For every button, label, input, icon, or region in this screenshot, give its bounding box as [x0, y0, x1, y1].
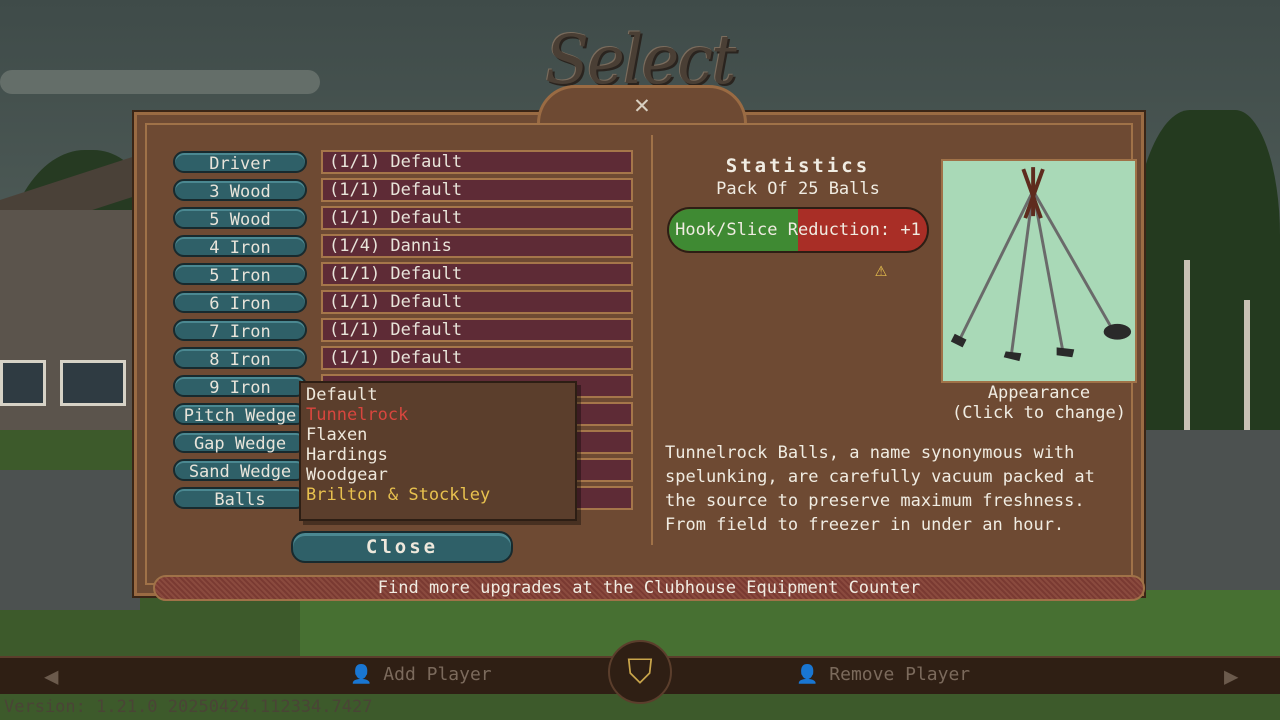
shield-emblem-icon: ⛉ [608, 640, 672, 704]
cloud [0, 70, 320, 94]
club-value-driver[interactable]: (1/1) Default [321, 150, 633, 174]
club-value-4-iron[interactable]: (1/4) Dannis [321, 234, 633, 258]
dropdown-option-flaxen[interactable]: Flaxen [306, 425, 575, 445]
club-button-4-iron[interactable]: 4 Iron [173, 235, 307, 258]
crossed-clubs-icon: ✕ [634, 90, 650, 120]
golf-clubs-illustration [950, 167, 1132, 362]
club-button-5-iron[interactable]: 5 Iron [173, 263, 307, 286]
road-left [0, 470, 140, 610]
club-button-5-wood[interactable]: 5 Wood [173, 207, 307, 230]
add-player-label: Add Player [383, 664, 492, 685]
version-text: Version: 1.21.0 20250424.112334.7427 [4, 697, 373, 717]
house-window [60, 360, 126, 406]
dropdown-option-default[interactable]: Default [306, 385, 575, 405]
club-button-sand-wedge[interactable]: Sand Wedge [173, 459, 307, 482]
add-player-button[interactable]: 👤 Add Player [350, 664, 492, 685]
club-value-8-iron[interactable]: (1/1) Default [321, 346, 633, 370]
panel-crest: ✕ [537, 85, 747, 123]
club-value-6-iron[interactable]: (1/1) Default [321, 290, 633, 314]
ball-brand-dropdown[interactable]: Default Tunnelrock Flaxen Hardings Woodg… [299, 381, 577, 521]
club-button-gap-wedge[interactable]: Gap Wedge [173, 431, 307, 454]
club-button-7-iron[interactable]: 7 Iron [173, 319, 307, 342]
stat-bar-label: Hook/Slice Reduction: +1 [675, 220, 921, 240]
club-button-balls[interactable]: Balls [173, 487, 307, 510]
appearance-preview[interactable] [941, 159, 1137, 383]
panel-divider [651, 135, 653, 545]
appearance-label-line1: Appearance [987, 383, 1091, 403]
close-button[interactable]: Close [291, 531, 513, 563]
appearance-label-line2: (Click to change) [952, 403, 1126, 423]
panel-inner: Driver (1/1) Default 3 Wood (1/1) Defaul… [145, 123, 1145, 601]
road-right [1140, 430, 1280, 590]
equipment-panel: ✕ Driver (1/1) Default 3 Wood (1/1) Defa… [134, 85, 1145, 601]
club-button-driver[interactable]: Driver [173, 151, 307, 174]
club-button-3-wood[interactable]: 3 Wood [173, 179, 307, 202]
statistics-title: Statistics [725, 155, 871, 177]
house-window [0, 360, 46, 406]
right-arrow-icon[interactable]: ▶ [1224, 662, 1238, 690]
club-button-8-iron[interactable]: 8 Iron [173, 347, 307, 370]
dropdown-option-tunnelrock[interactable]: Tunnelrock [306, 405, 575, 425]
appearance-label[interactable]: Appearance (Click to change) [931, 383, 1147, 423]
statistics-subtitle: Pack Of 25 Balls [716, 179, 880, 199]
club-value-3-wood[interactable]: (1/1) Default [321, 178, 633, 202]
club-button-pitch-wedge[interactable]: Pitch Wedge [173, 403, 307, 426]
dropdown-option-woodgear[interactable]: Woodgear [306, 465, 575, 485]
person-icon: 👤 [796, 664, 819, 685]
warning-icon: ⚠ [875, 257, 888, 281]
person-icon: 👤 [350, 664, 373, 685]
stat-bar: Hook/Slice Reduction: +1 [667, 207, 929, 253]
remove-player-label: Remove Player [829, 664, 971, 685]
club-button-6-iron[interactable]: 6 Iron [173, 291, 307, 314]
item-description: Tunnelrock Balls, a name synonymous with… [665, 443, 1095, 535]
upgrade-hint-banner: Find more upgrades at the Clubhouse Equi… [153, 575, 1145, 601]
dropdown-option-hardings[interactable]: Hardings [306, 445, 575, 465]
club-value-7-iron[interactable]: (1/1) Default [321, 318, 633, 342]
remove-player-button[interactable]: 👤 Remove Player [796, 664, 970, 685]
left-arrow-icon[interactable]: ◀ [44, 662, 58, 690]
dropdown-option-brilton-stockley[interactable]: Brilton & Stockley [306, 485, 575, 505]
club-button-9-iron[interactable]: 9 Iron [173, 375, 307, 398]
club-value-5-iron[interactable]: (1/1) Default [321, 262, 633, 286]
club-value-5-wood[interactable]: (1/1) Default [321, 206, 633, 230]
